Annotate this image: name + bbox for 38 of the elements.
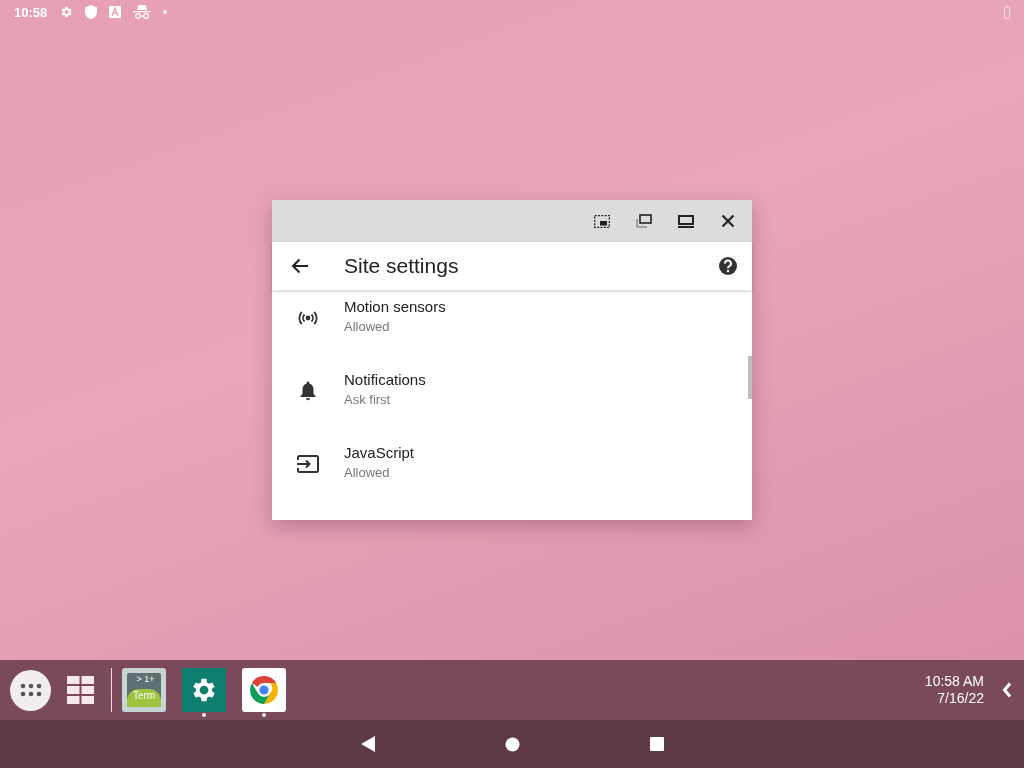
dot-icon [163,10,168,14]
setting-row[interactable]: Motion sensors Allowed [272,284,752,357]
setting-title: Motion sensors [344,298,446,315]
setting-status: Ask first [344,392,392,407]
setting-title: Notifications [344,371,426,388]
help-button[interactable] [718,256,738,276]
clock-date: 7/16/22 [937,690,984,707]
icon-label: > 1+ [135,673,156,686]
icon-label: Term [127,689,161,707]
terminal-app-button[interactable]: > 1+ Term [122,668,166,712]
home-button[interactable] [504,736,520,752]
incognito-icon [133,5,152,19]
enter-box-icon [297,455,319,473]
keyboard-icon [109,6,122,18]
setting-row[interactable]: Notifications Ask first [272,357,752,430]
setting-row[interactable]: JavaScript Allowed [272,430,752,503]
overview-button[interactable] [67,676,95,704]
restore-button[interactable] [634,211,654,231]
settings-app-button[interactable] [182,668,226,712]
app-launcher-button[interactable] [10,669,51,711]
battery-icon [1004,5,1010,19]
bell-icon [300,381,316,401]
shield-icon [85,5,98,19]
sensor-waves-icon [298,311,318,325]
setting-status: Allowed [344,319,391,334]
chevron-icon[interactable] [1002,682,1014,698]
setting-status: Allowed [344,465,391,480]
recents-button[interactable] [649,737,664,751]
gear-icon [59,5,74,19]
clock-time: 10:58 [14,4,48,20]
clock-time: 10:58 AM [924,673,984,690]
setting-title: JavaScript [344,444,415,461]
browser-app-button[interactable] [242,668,286,712]
back-arrow-icon [291,258,309,274]
page-title: Site settings [344,254,460,278]
scrollbar[interactable] [748,356,752,399]
back-button[interactable] [360,736,375,752]
dots-grid-icon [19,683,42,697]
